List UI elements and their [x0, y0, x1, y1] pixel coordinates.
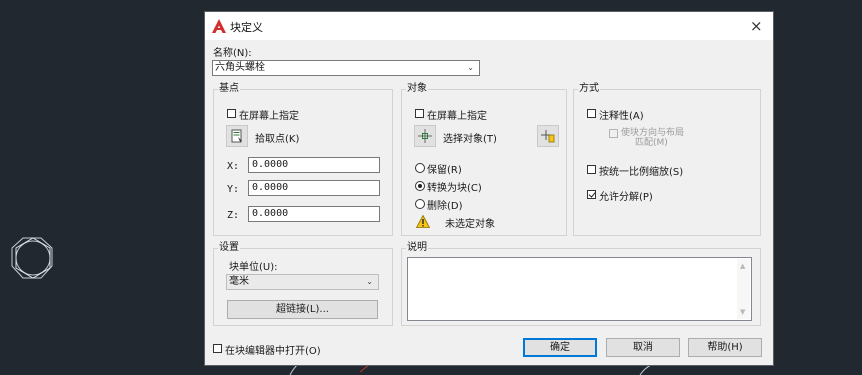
- select-objects-label: 选择对象(T): [443, 134, 497, 145]
- scale-uniformly-checkbox[interactable]: [587, 165, 596, 174]
- quick-select-icon: [541, 130, 555, 143]
- match-orientation-label-line2: 匹配(M): [635, 138, 668, 148]
- warning-icon: [416, 215, 430, 228]
- open-in-block-editor-checkbox[interactable]: [213, 344, 222, 353]
- title-bar[interactable]: 块定义 ×: [205, 12, 773, 40]
- block-name-value: 六角头螺栓: [215, 62, 265, 73]
- scroll-down-icon[interactable]: ▼: [740, 308, 745, 316]
- z-label: Z:: [227, 210, 240, 221]
- help-button[interactable]: 帮助(H): [688, 338, 762, 357]
- settings-group-label: 设置: [218, 242, 240, 254]
- block-definition-dialog: 块定义 × 名称(N): 六角头螺栓 ⌄ 基点 在屏幕上指定 拾取点(K) X:…: [205, 12, 773, 365]
- name-label: 名称(N):: [213, 48, 252, 59]
- z-field[interactable]: 0.0000: [248, 206, 380, 222]
- ok-button[interactable]: 确定: [523, 338, 597, 357]
- convert-to-block-label: 转换为块(C): [427, 183, 482, 194]
- retain-radio[interactable]: [415, 163, 425, 173]
- open-in-block-editor-label: 在块编辑器中打开(O): [225, 346, 321, 357]
- annotative-label: 注释性(A): [599, 111, 644, 122]
- autocad-logo-icon: [212, 19, 226, 33]
- pick-point-button[interactable]: [226, 125, 248, 147]
- x-field[interactable]: 0.0000: [248, 157, 380, 173]
- pick-point-label: 拾取点(K): [255, 134, 300, 145]
- scroll-up-icon[interactable]: ▲: [740, 262, 745, 270]
- allow-exploding-label: 允许分解(P): [599, 192, 653, 203]
- description-textarea[interactable]: ▲ ▼: [407, 257, 752, 321]
- scale-uniformly-label: 按统一比例缩放(S): [599, 167, 684, 178]
- match-orientation-checkbox[interactable]: [609, 129, 618, 138]
- objects-specify-on-screen-checkbox[interactable]: [415, 109, 424, 118]
- select-objects-icon: [418, 129, 432, 143]
- y-label: Y:: [227, 184, 240, 195]
- allow-exploding-checkbox[interactable]: [587, 190, 596, 199]
- base-point-group-label: 基点: [218, 83, 240, 95]
- y-field[interactable]: 0.0000: [248, 180, 380, 196]
- annotative-checkbox[interactable]: [587, 109, 596, 118]
- chevron-down-icon: ⌄: [467, 63, 474, 72]
- objects-specify-on-screen-label: 在屏幕上指定: [427, 111, 487, 122]
- block-unit-combo[interactable]: 毫米 ⌄: [226, 274, 379, 290]
- base-specify-on-screen-label: 在屏幕上指定: [239, 111, 299, 122]
- block-name-combo[interactable]: 六角头螺栓 ⌄: [212, 60, 480, 76]
- chevron-down-icon: ⌄: [366, 277, 373, 286]
- delete-radio[interactable]: [415, 199, 425, 209]
- pick-point-icon: [231, 129, 242, 143]
- match-orientation-label-line1: 使块方向与布局: [621, 128, 685, 138]
- dialog-title: 块定义: [230, 21, 263, 34]
- description-group-label: 说明: [406, 242, 428, 254]
- cancel-button[interactable]: 取消: [606, 338, 680, 357]
- block-unit-label: 块单位(U):: [229, 262, 278, 273]
- x-label: X:: [227, 161, 240, 172]
- select-objects-button[interactable]: [414, 125, 436, 147]
- hyperlink-button[interactable]: 超链接(L)...: [227, 300, 378, 319]
- delete-label: 删除(D): [427, 201, 463, 212]
- convert-to-block-radio[interactable]: [415, 181, 425, 191]
- block-unit-value: 毫米: [229, 276, 249, 287]
- no-objects-selected-label: 未选定对象: [445, 219, 495, 230]
- hexagon-drawing-icon: [11, 237, 53, 279]
- behavior-group-label: 方式: [578, 83, 600, 95]
- base-specify-on-screen-checkbox[interactable]: [227, 109, 236, 118]
- retain-label: 保留(R): [427, 165, 462, 176]
- quick-select-button[interactable]: [537, 125, 559, 147]
- close-icon[interactable]: ×: [750, 17, 763, 35]
- objects-group-label: 对象: [406, 83, 428, 95]
- description-scrollbar[interactable]: ▲ ▼: [737, 259, 750, 319]
